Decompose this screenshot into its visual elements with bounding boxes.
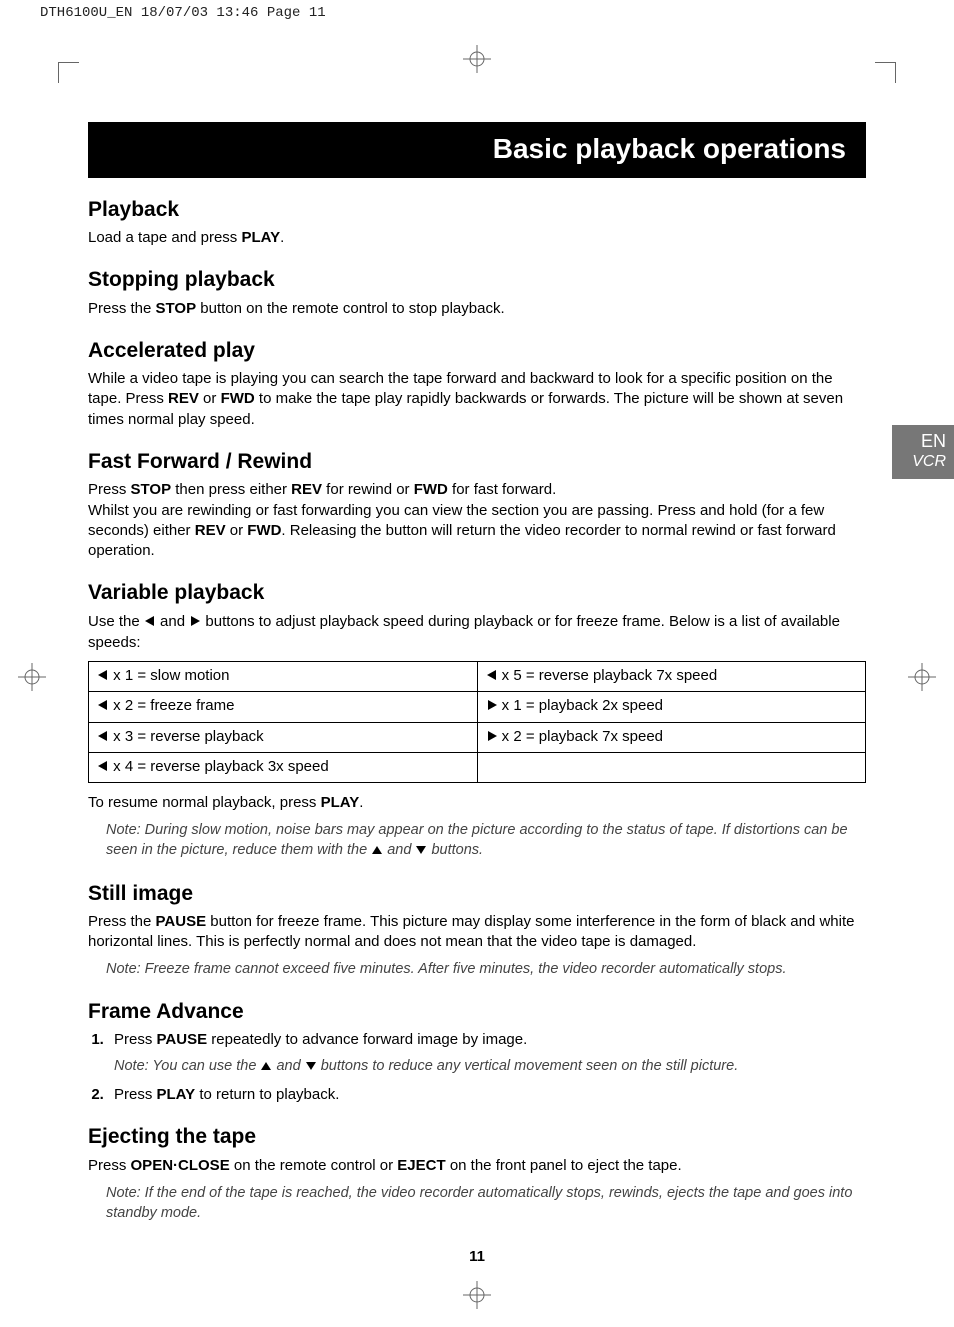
section-heading-variable: Variable playback bbox=[88, 579, 866, 607]
section-heading-playback: Playback bbox=[88, 196, 866, 224]
mode-label: VCR bbox=[900, 451, 946, 473]
table-row: x 3 = reverse playback x 2 = playback 7x… bbox=[89, 722, 866, 752]
table-cell: x 1 = slow motion bbox=[89, 662, 478, 692]
section-heading-frame: Frame Advance bbox=[88, 998, 866, 1026]
language-tab: EN VCR bbox=[892, 425, 954, 479]
paragraph: Press the PAUSE button for freeze frame.… bbox=[88, 912, 866, 953]
section-heading-still: Still image bbox=[88, 880, 866, 908]
table-row: x 4 = reverse playback 3x speed bbox=[89, 752, 866, 782]
paragraph: To resume normal playback, press PLAY. bbox=[88, 793, 866, 813]
crop-mark-icon bbox=[875, 62, 896, 83]
paragraph: While a video tape is playing you can se… bbox=[88, 369, 866, 430]
right-arrow-icon bbox=[189, 613, 201, 633]
section-heading-accelerated: Accelerated play bbox=[88, 337, 866, 365]
paragraph: Use the and buttons to adjust playback s… bbox=[88, 612, 866, 654]
content-area: Basic playback operations Playback Load … bbox=[88, 122, 866, 1267]
table-cell: x 2 = freeze frame bbox=[89, 692, 478, 722]
section-heading-eject: Ejecting the tape bbox=[88, 1123, 866, 1151]
paragraph: Press STOP then press either REV for rew… bbox=[88, 480, 866, 561]
paragraph: Load a tape and press PLAY. bbox=[88, 228, 866, 248]
section-heading-stopping: Stopping playback bbox=[88, 266, 866, 294]
up-arrow-icon bbox=[260, 1058, 272, 1078]
table-cell: x 4 = reverse playback 3x speed bbox=[89, 752, 478, 782]
list-item: Press PAUSE repeatedly to advance forwar… bbox=[108, 1030, 866, 1077]
steps-list: Press PAUSE repeatedly to advance forwar… bbox=[88, 1030, 866, 1105]
language-label: EN bbox=[921, 431, 946, 451]
paragraph: Press OPEN·CLOSE on the remote control o… bbox=[88, 1156, 866, 1176]
page: EN VCR Basic playback operations Playbac… bbox=[0, 27, 954, 1327]
up-arrow-icon bbox=[371, 842, 383, 862]
note-text: Note: If the end of the tape is reached,… bbox=[106, 1184, 866, 1223]
registration-mark-icon bbox=[908, 663, 936, 691]
left-arrow-icon bbox=[144, 613, 156, 633]
left-arrow-icon bbox=[97, 697, 109, 717]
note-text: Note: You can use the and buttons to red… bbox=[114, 1057, 866, 1078]
right-arrow-icon bbox=[486, 728, 498, 748]
table-cell: x 5 = reverse playback 7x speed bbox=[477, 662, 866, 692]
table-cell: x 3 = reverse playback bbox=[89, 722, 478, 752]
registration-mark-icon bbox=[18, 663, 46, 691]
table-cell: x 2 = playback 7x speed bbox=[477, 722, 866, 752]
down-arrow-icon bbox=[305, 1058, 317, 1078]
down-arrow-icon bbox=[415, 842, 427, 862]
print-header: DTH6100U_EN 18/07/03 13:46 Page 11 bbox=[0, 0, 954, 27]
table-row: x 2 = freeze frame x 1 = playback 2x spe… bbox=[89, 692, 866, 722]
table-row: x 1 = slow motion x 5 = reverse playback… bbox=[89, 662, 866, 692]
list-item: Press PLAY to return to playback. bbox=[108, 1085, 866, 1105]
page-title: Basic playback operations bbox=[88, 122, 866, 178]
table-cell: x 1 = playback 2x speed bbox=[477, 692, 866, 722]
left-arrow-icon bbox=[97, 667, 109, 687]
page-number: 11 bbox=[88, 1247, 866, 1267]
note-text: Note: Freeze frame cannot exceed five mi… bbox=[106, 960, 866, 980]
table-cell bbox=[477, 752, 866, 782]
left-arrow-icon bbox=[97, 758, 109, 778]
left-arrow-icon bbox=[97, 728, 109, 748]
crop-mark-icon bbox=[58, 62, 79, 83]
paragraph: Press the STOP button on the remote cont… bbox=[88, 299, 866, 319]
registration-mark-icon bbox=[463, 45, 491, 73]
note-text: Note: During slow motion, noise bars may… bbox=[106, 821, 866, 861]
right-arrow-icon bbox=[486, 697, 498, 717]
registration-mark-icon bbox=[463, 1281, 491, 1309]
left-arrow-icon bbox=[486, 667, 498, 687]
speeds-table: x 1 = slow motion x 5 = reverse playback… bbox=[88, 661, 866, 783]
section-heading-ffrw: Fast Forward / Rewind bbox=[88, 448, 866, 476]
